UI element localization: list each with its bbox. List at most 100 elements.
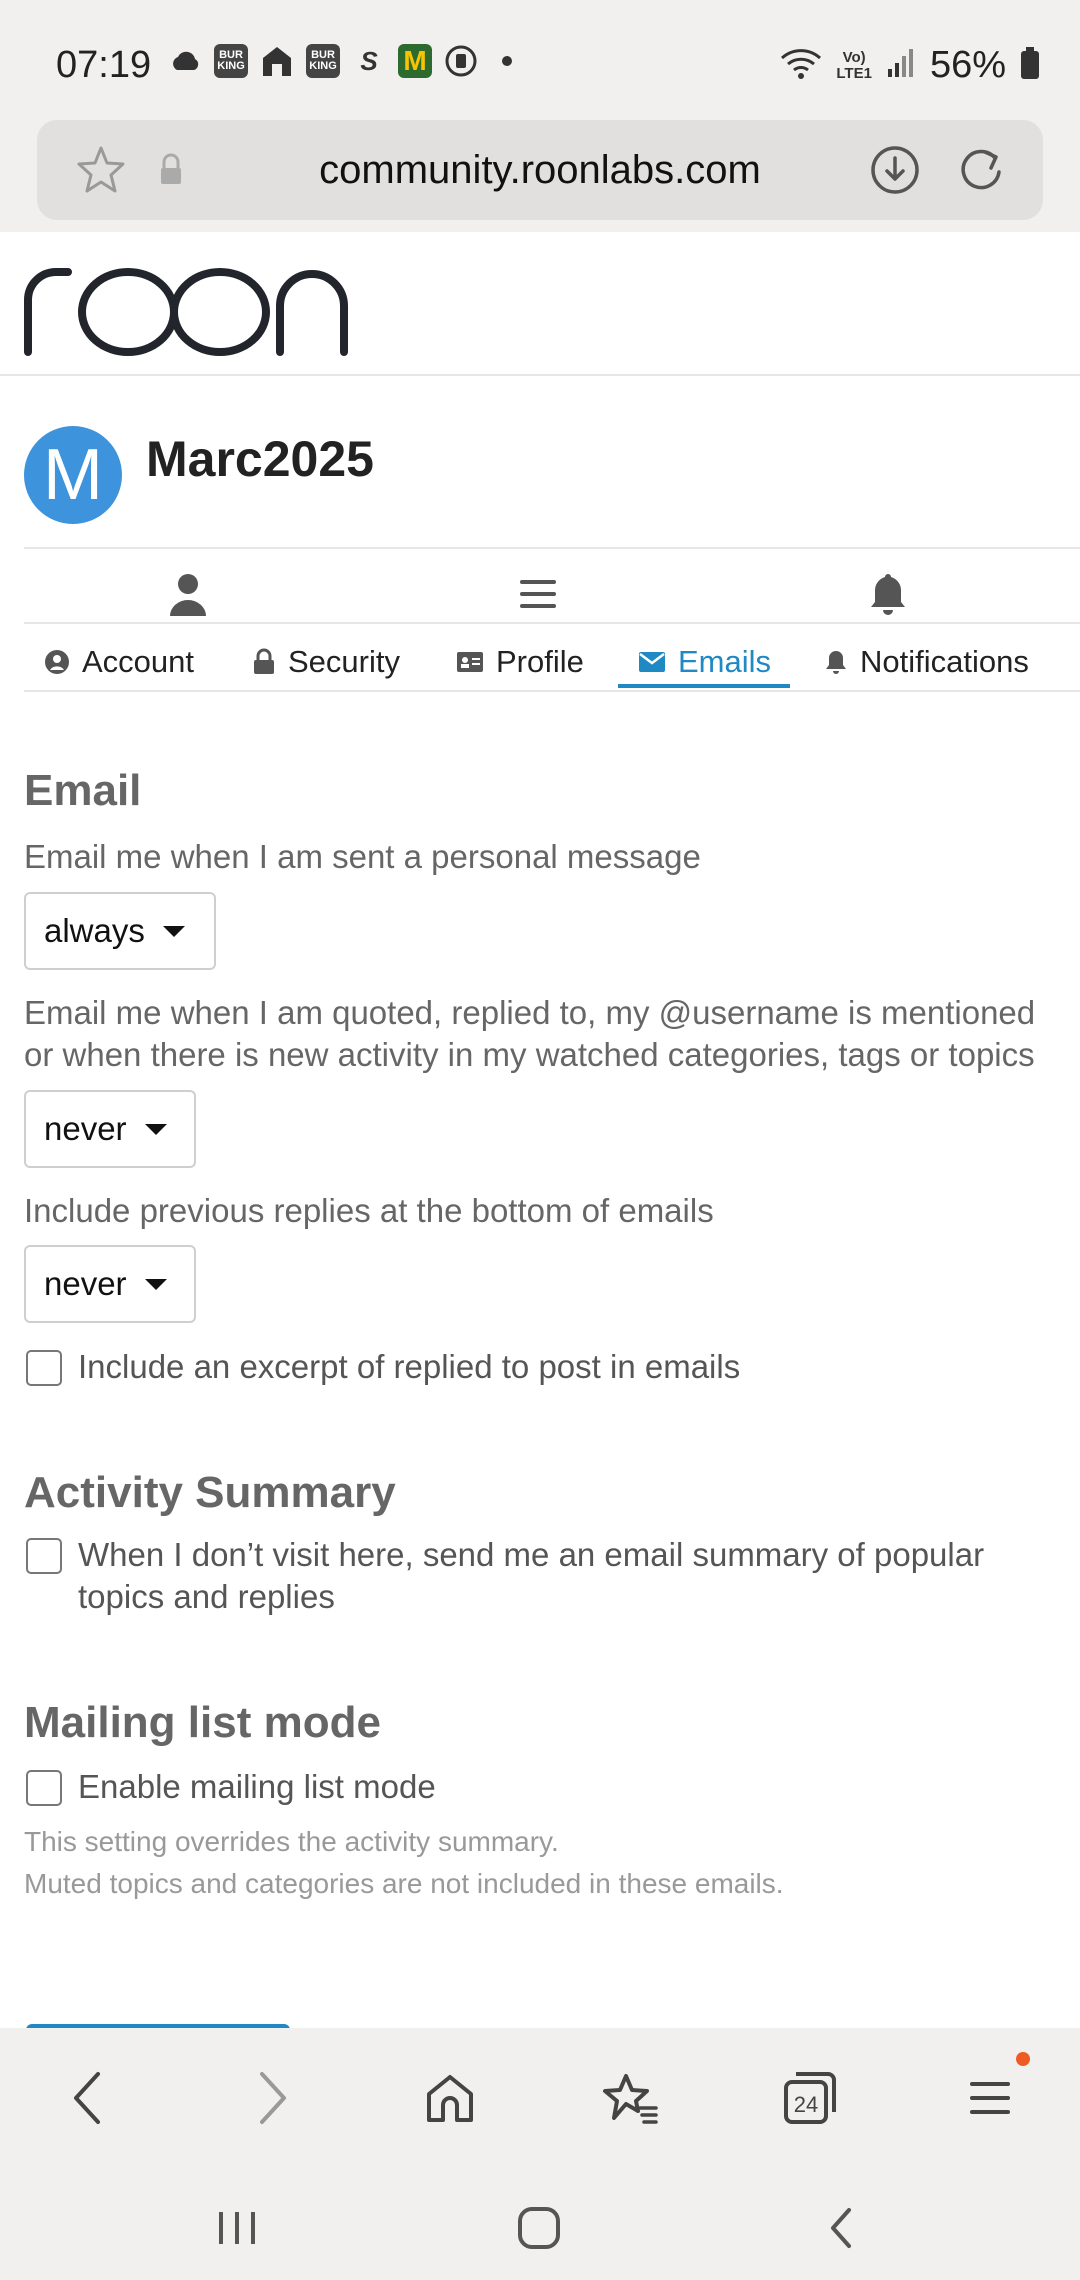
bookmarks-icon: [603, 2074, 658, 2124]
tab-profile[interactable]: Profile: [456, 632, 584, 692]
excerpt-label: Include an excerpt of replied to post in…: [78, 1348, 741, 1385]
sync-icon: [444, 44, 478, 78]
caret-down-icon: [144, 1278, 167, 1290]
web-page: M Marc2025 Account Security Profile Emai…: [0, 232, 1080, 2028]
tab-emails[interactable]: Emails: [638, 632, 771, 692]
browser-toolbar: 24: [0, 2028, 1080, 2178]
mailing-list-label: Enable mailing list mode: [78, 1768, 436, 1805]
bell-icon[interactable]: [864, 570, 912, 618]
hamburger-menu-icon: [970, 2082, 1010, 2114]
active-tab-indicator: [618, 684, 790, 688]
mention-label-line2: or when there is new activity in my watc…: [24, 1036, 1035, 1073]
caret-down-icon: [162, 925, 185, 937]
back-chevron-icon: [831, 2208, 851, 2248]
activity-summary-label-line1: When I don’t visit here, send me an emai…: [78, 1536, 985, 1573]
status-notification-icons: BUR KING BUR KING S M: [168, 44, 524, 78]
bell-icon: [826, 651, 846, 674]
signal-icon: [886, 47, 916, 84]
divider: [24, 622, 1080, 624]
address-bar[interactable]: community.roonlabs.com: [37, 120, 1043, 220]
status-system-icons: Vo) LTE1 56%: [780, 44, 1040, 87]
system-navigation-bar: [0, 2178, 1080, 2280]
activity-summary-label-line2: topics and replies: [78, 1578, 335, 1615]
home-app-icon: [260, 44, 294, 78]
mailing-list-option[interactable]: Enable mailing list mode: [26, 1766, 436, 1808]
menu-icon[interactable]: [514, 570, 562, 618]
select-value: never: [44, 1265, 127, 1302]
pm-frequency-select[interactable]: always: [24, 892, 216, 970]
activity-summary-option[interactable]: When I don’t visit here, send me an emai…: [26, 1534, 984, 1618]
dot-icon: [490, 44, 524, 78]
tab-account[interactable]: Account: [44, 632, 194, 692]
status-time: 07:19: [56, 44, 152, 86]
forward-button[interactable]: [232, 2058, 312, 2138]
home-icon: [427, 2075, 473, 2122]
tab-label: Notifications: [860, 644, 1029, 679]
mention-label-line1: Email me when I am quoted, replied to, m…: [24, 994, 1036, 1031]
mention-frequency-select[interactable]: never: [24, 1090, 196, 1168]
tab-label: Emails: [678, 644, 772, 679]
battery-icon: [1020, 46, 1040, 85]
tab-label: Security: [288, 644, 400, 679]
recent-apps-icon: [219, 2212, 255, 2244]
s-app-icon: S: [360, 45, 378, 76]
tab-label: Account: [82, 644, 195, 679]
recent-apps-button[interactable]: [202, 2198, 272, 2258]
avatar[interactable]: M: [24, 426, 122, 524]
mailing-list-heading: Mailing list mode: [24, 1698, 381, 1747]
roon-logo[interactable]: [22, 256, 352, 361]
reload-icon[interactable]: [955, 144, 1007, 196]
burger-king-icon: BUR KING: [214, 44, 248, 78]
user-icon[interactable]: [164, 570, 212, 618]
activity-summary-checkbox[interactable]: [26, 1538, 62, 1574]
bookmarks-button[interactable]: [590, 2058, 670, 2138]
mailing-list-checkbox[interactable]: [26, 1770, 62, 1806]
username: Marc2025: [146, 431, 374, 487]
tabs-icon: 24: [784, 2072, 836, 2124]
wifi-icon: [780, 46, 822, 85]
select-value: always: [44, 912, 145, 949]
excerpt-option[interactable]: Include an excerpt of replied to post in…: [26, 1346, 740, 1388]
activity-summary-label: When I don’t visit here, send me an emai…: [78, 1534, 984, 1618]
prev-replies-label: Include previous replies at the bottom o…: [24, 1192, 714, 1229]
divider: [24, 690, 1080, 692]
prev-replies-select[interactable]: never: [24, 1245, 196, 1323]
tab-security[interactable]: Security: [252, 632, 400, 692]
menu-button[interactable]: [950, 2058, 1030, 2138]
system-back-button[interactable]: [806, 2198, 876, 2258]
lock-icon: [254, 648, 274, 674]
volte-icon: Vo) LTE1: [836, 48, 872, 82]
tab-count: 24: [794, 2092, 818, 2117]
status-bar: 07:19 BUR KING BUR KING S M Vo) LTE1 56%: [0, 0, 1080, 116]
id-card-icon: [457, 652, 483, 672]
menu-notification-dot: [1016, 2052, 1030, 2066]
excerpt-checkbox[interactable]: [26, 1350, 62, 1386]
chevron-right-icon: [260, 2072, 286, 2124]
back-button[interactable]: [48, 2058, 128, 2138]
mailing-list-help-line2: Muted topics and categories are not incl…: [24, 1868, 784, 1899]
preferences-tabs: Account Security Profile Emails Notifica…: [24, 632, 1080, 692]
header-divider: [0, 374, 1080, 376]
battery-percentage: 56%: [929, 44, 1006, 86]
user-circle-icon: [45, 650, 69, 674]
select-value: never: [44, 1110, 127, 1147]
activity-summary-heading: Activity Summary: [24, 1468, 396, 1517]
mcdonalds-icon: M: [398, 44, 432, 78]
download-icon[interactable]: [869, 144, 921, 196]
profile-nav-icons: [0, 562, 1080, 622]
burger-king-icon: BUR KING: [306, 44, 340, 78]
home-square-icon: [518, 2207, 560, 2249]
envelope-icon: [639, 652, 665, 672]
caret-down-icon: [144, 1123, 167, 1135]
system-home-button[interactable]: [504, 2198, 574, 2258]
tab-notifications[interactable]: Notifications: [824, 632, 1029, 692]
divider: [24, 547, 1080, 549]
mailing-list-help-line1: This setting overrides the activity summ…: [24, 1826, 559, 1857]
tab-label: Profile: [496, 644, 584, 679]
pm-label: Email me when I am sent a personal messa…: [24, 838, 701, 875]
cloud-icon: [168, 44, 202, 78]
home-button[interactable]: [410, 2058, 490, 2138]
email-heading: Email: [24, 766, 142, 815]
chevron-left-icon: [74, 2072, 100, 2124]
tabs-button[interactable]: 24: [770, 2058, 850, 2138]
